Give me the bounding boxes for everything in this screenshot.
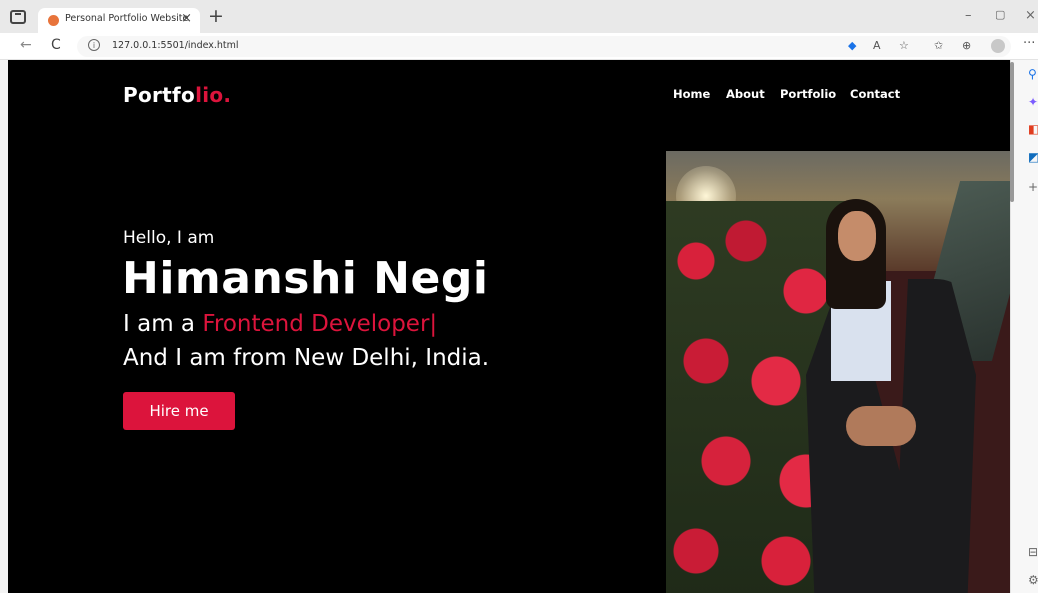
tab-close-icon[interactable]: × xyxy=(181,11,192,26)
hero-greeting: Hello, I am xyxy=(123,228,215,248)
restore-button[interactable]: ▢ xyxy=(995,8,1005,21)
hero-location: And I am from New Delhi, India. xyxy=(123,345,490,371)
favorites-icon[interactable]: ✩ xyxy=(934,39,943,52)
tag-icon[interactable]: ◆ xyxy=(848,39,856,52)
refresh-button[interactable]: C xyxy=(51,37,61,53)
web-page: Portfolio. Home About Portfolio Contact … xyxy=(8,60,1010,593)
hero-name: Himanshi Negi xyxy=(122,253,489,304)
more-menu-button[interactable]: ··· xyxy=(1023,36,1035,51)
nav-portfolio[interactable]: Portfolio xyxy=(780,87,836,101)
hire-me-button[interactable]: Hire me xyxy=(123,392,235,430)
split-screen-icon[interactable]: ⊟ xyxy=(1028,545,1038,559)
new-tab-button[interactable]: + xyxy=(208,5,224,27)
logo-accent: lio. xyxy=(195,83,232,107)
browser-sidebar xyxy=(1010,60,1038,593)
favicon-icon xyxy=(48,15,59,26)
profile-photo xyxy=(666,151,1010,593)
collections-icon[interactable]: ⊕ xyxy=(962,39,971,52)
page-scrollbar[interactable] xyxy=(1010,62,1014,202)
profile-icon[interactable] xyxy=(991,39,1005,53)
url-text: 127.0.0.1:5501/index.html xyxy=(112,40,239,51)
role-prefix: I am a xyxy=(123,311,203,337)
hero-role: I am a Frontend Developer| xyxy=(123,311,437,337)
typing-cursor: | xyxy=(429,311,438,337)
url-field[interactable]: i 127.0.0.1:5501/index.html xyxy=(77,36,1011,57)
photo-person-face xyxy=(838,211,876,261)
nav-contact[interactable]: Contact xyxy=(850,87,900,101)
photo-person-hands xyxy=(846,406,916,446)
site-info-icon[interactable]: i xyxy=(88,39,100,51)
browser-tab-bar: Personal Portfolio Website × + – ▢ × xyxy=(0,0,1038,33)
close-window-button[interactable]: × xyxy=(1025,8,1036,23)
address-bar-row: ← C i 127.0.0.1:5501/index.html ◆ A ☆ ✩ … xyxy=(0,33,1038,60)
favorite-add-icon[interactable]: ☆ xyxy=(899,39,909,52)
office-icon[interactable]: ◧ xyxy=(1028,122,1038,136)
search-icon[interactable]: ⚲ xyxy=(1028,67,1037,81)
site-logo[interactable]: Portfolio. xyxy=(123,83,231,107)
nav-about[interactable]: About xyxy=(726,87,765,101)
read-aloud-icon[interactable]: A xyxy=(873,39,881,52)
settings-icon[interactable]: ⚙ xyxy=(1028,573,1038,587)
nav-home[interactable]: Home xyxy=(673,87,710,101)
minimize-button[interactable]: – xyxy=(965,8,972,23)
tab-title: Personal Portfolio Website xyxy=(65,13,189,24)
role-text: Frontend Developer xyxy=(202,311,430,337)
tab-actions-icon[interactable] xyxy=(10,10,26,24)
logo-main: Portfo xyxy=(123,83,196,107)
back-button[interactable]: ← xyxy=(20,37,32,53)
add-icon[interactable]: + xyxy=(1028,180,1038,194)
browser-tab[interactable]: Personal Portfolio Website × xyxy=(38,8,200,33)
outlook-icon[interactable]: ◩ xyxy=(1028,150,1038,164)
copilot-icon[interactable]: ✦ xyxy=(1028,95,1038,109)
